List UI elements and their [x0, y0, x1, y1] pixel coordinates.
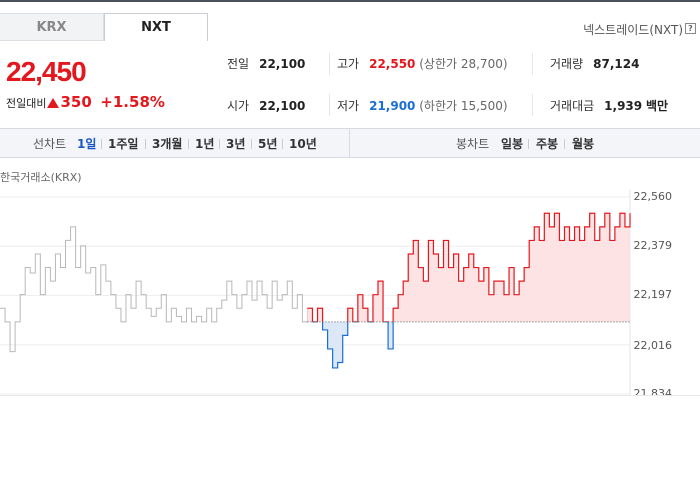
stat-label: 시가 — [227, 99, 250, 113]
stat-value: 22,100 — [259, 99, 306, 113]
diff-percent: +1.58% — [100, 93, 165, 111]
price-chart[interactable]: 22,560 22,379 22,197 22,016 21,834 — [0, 190, 700, 396]
y-tick-label: 22,016 — [633, 339, 673, 352]
line-chart-title: 선차트 — [33, 137, 67, 151]
y-tick-label: 22,379 — [633, 239, 673, 252]
tab-krx[interactable]: KRX — [0, 13, 104, 41]
candle-daily[interactable]: 일봉 — [501, 135, 523, 152]
period-selector: 선차트 1일 1주일 3개월 1년 3년 5년 10년 봉차트 일봉 주봉 월봉 — [0, 128, 700, 158]
y-tick-label: 22,197 — [633, 288, 673, 301]
stat-prev-close: 전일 22,100 — [227, 55, 305, 72]
tab-nxt[interactable]: NXT — [104, 13, 208, 41]
candle-monthly[interactable]: 월봉 — [572, 135, 594, 152]
period-1y[interactable]: 1년 — [195, 135, 214, 152]
stat-label: 전일 — [227, 57, 250, 71]
up-triangle-icon — [47, 98, 60, 108]
period-1w[interactable]: 1주일 — [108, 135, 138, 152]
price-stats: 전일 22,100 시가 22,100 고가 22,550 (상한가 28,700) … — [210, 45, 700, 127]
lower-limit: (하한가 15,500) — [419, 99, 508, 113]
period-3y[interactable]: 3년 — [226, 135, 245, 152]
divider — [532, 94, 533, 116]
diff-value: 350 — [60, 93, 92, 111]
stat-value: 21,900 — [369, 99, 416, 113]
stat-high: 고가 22,550 (상한가 28,700) — [337, 55, 508, 72]
chart-bottom-border — [0, 395, 700, 396]
line-chart-periods: 선차트 1일 1주일 3개월 1년 3년 5년 10년 — [0, 129, 350, 157]
separator — [528, 139, 529, 149]
separator — [282, 139, 283, 149]
stat-label: 고가 — [337, 57, 360, 71]
divider — [329, 53, 330, 75]
stat-value: 22,550 — [369, 57, 416, 71]
separator — [219, 139, 220, 149]
stat-amount: 거래대금 1,939 백만 — [550, 97, 668, 114]
period-3m[interactable]: 3개월 — [152, 135, 182, 152]
separator — [251, 139, 252, 149]
price-chart-svg — [0, 190, 631, 396]
stat-label: 거래량 — [550, 57, 584, 71]
divider — [532, 53, 533, 75]
stat-value: 87,124 — [593, 57, 640, 71]
help-icon[interactable]: ? — [685, 23, 696, 34]
y-tick-label: 22,560 — [633, 190, 673, 203]
period-10y[interactable]: 10년 — [289, 135, 317, 152]
separator — [145, 139, 146, 149]
krx-price-line — [0, 226, 308, 353]
period-5y[interactable]: 5년 — [258, 135, 277, 152]
divider — [329, 94, 330, 116]
stat-label: 저가 — [337, 99, 360, 113]
stat-open: 시가 22,100 — [227, 97, 305, 114]
diff-label: 전일대비 — [6, 97, 47, 110]
stat-value: 22,100 — [259, 57, 306, 71]
upper-limit: (상한가 28,700) — [419, 57, 508, 71]
stat-low: 저가 21,900 (하한가 15,500) — [337, 97, 508, 114]
candle-weekly[interactable]: 주봉 — [536, 135, 558, 152]
separator — [188, 139, 189, 149]
stat-value: 1,939 — [604, 99, 643, 113]
separator — [564, 139, 565, 149]
chart-source-label: 한국거래소(KRX) — [0, 171, 82, 184]
stat-volume: 거래량 87,124 — [550, 55, 639, 72]
separator — [101, 139, 102, 149]
stat-label: 거래대금 — [550, 99, 595, 113]
candle-chart-title: 봉차트 — [456, 137, 490, 151]
current-price: 22,450 — [6, 56, 87, 87]
nxt-market-link[interactable]: 넥스트레이드(NXT) — [583, 21, 683, 38]
price-change: 전일대비 350 +1.58% — [6, 93, 165, 111]
stat-unit: 백만 — [645, 99, 669, 113]
period-1d[interactable]: 1일 — [77, 135, 96, 152]
top-border — [0, 0, 700, 2]
